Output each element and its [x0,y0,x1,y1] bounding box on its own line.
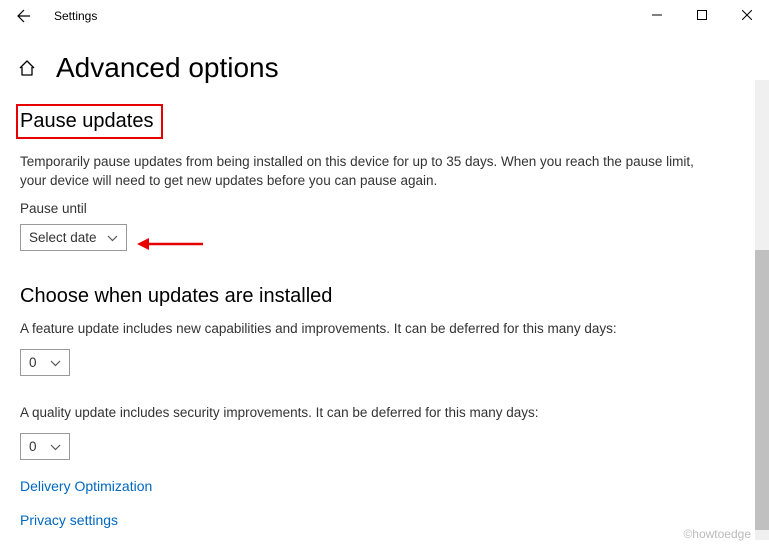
pause-description: Temporarily pause updates from being ins… [20,153,720,191]
chevron-down-icon [50,439,61,454]
chevron-down-icon [50,355,61,370]
feature-defer-dropdown[interactable]: 0 [20,349,70,376]
pause-until-dropdown[interactable]: Select date [20,224,127,251]
close-icon [742,10,752,20]
minimize-button[interactable] [634,0,679,30]
close-button[interactable] [724,0,769,30]
page-title: Advanced options [56,52,279,84]
scrollbar-thumb[interactable] [755,250,769,530]
feature-update-text: A feature update includes new capabiliti… [20,320,720,339]
quality-defer-dropdown[interactable]: 0 [20,433,70,460]
quality-update-text: A quality update includes security impro… [20,404,720,423]
scrollbar-track[interactable] [755,80,769,540]
pause-until-value: Select date [29,230,97,245]
privacy-settings-link[interactable]: Privacy settings [20,512,749,528]
back-arrow-icon [16,8,32,24]
maximize-icon [697,10,707,20]
feature-defer-value: 0 [29,355,37,370]
pause-until-label: Pause until [20,201,749,216]
watermark: ©howtoedge [683,527,751,541]
quality-defer-value: 0 [29,439,37,454]
maximize-button[interactable] [679,0,724,30]
highlight-box: Pause updates [16,104,163,139]
choose-heading: Choose when updates are installed [20,285,749,308]
page-header: Advanced options [0,32,769,104]
window-controls [634,0,769,30]
home-icon[interactable] [18,59,36,77]
pause-heading: Pause updates [20,110,153,133]
app-title: Settings [54,9,97,23]
chevron-down-icon [107,230,118,245]
minimize-icon [652,10,662,20]
titlebar: Settings [0,0,769,32]
content: Pause updates Temporarily pause updates … [0,104,769,528]
delivery-optimization-link[interactable]: Delivery Optimization [20,478,749,494]
back-button[interactable] [12,4,36,28]
